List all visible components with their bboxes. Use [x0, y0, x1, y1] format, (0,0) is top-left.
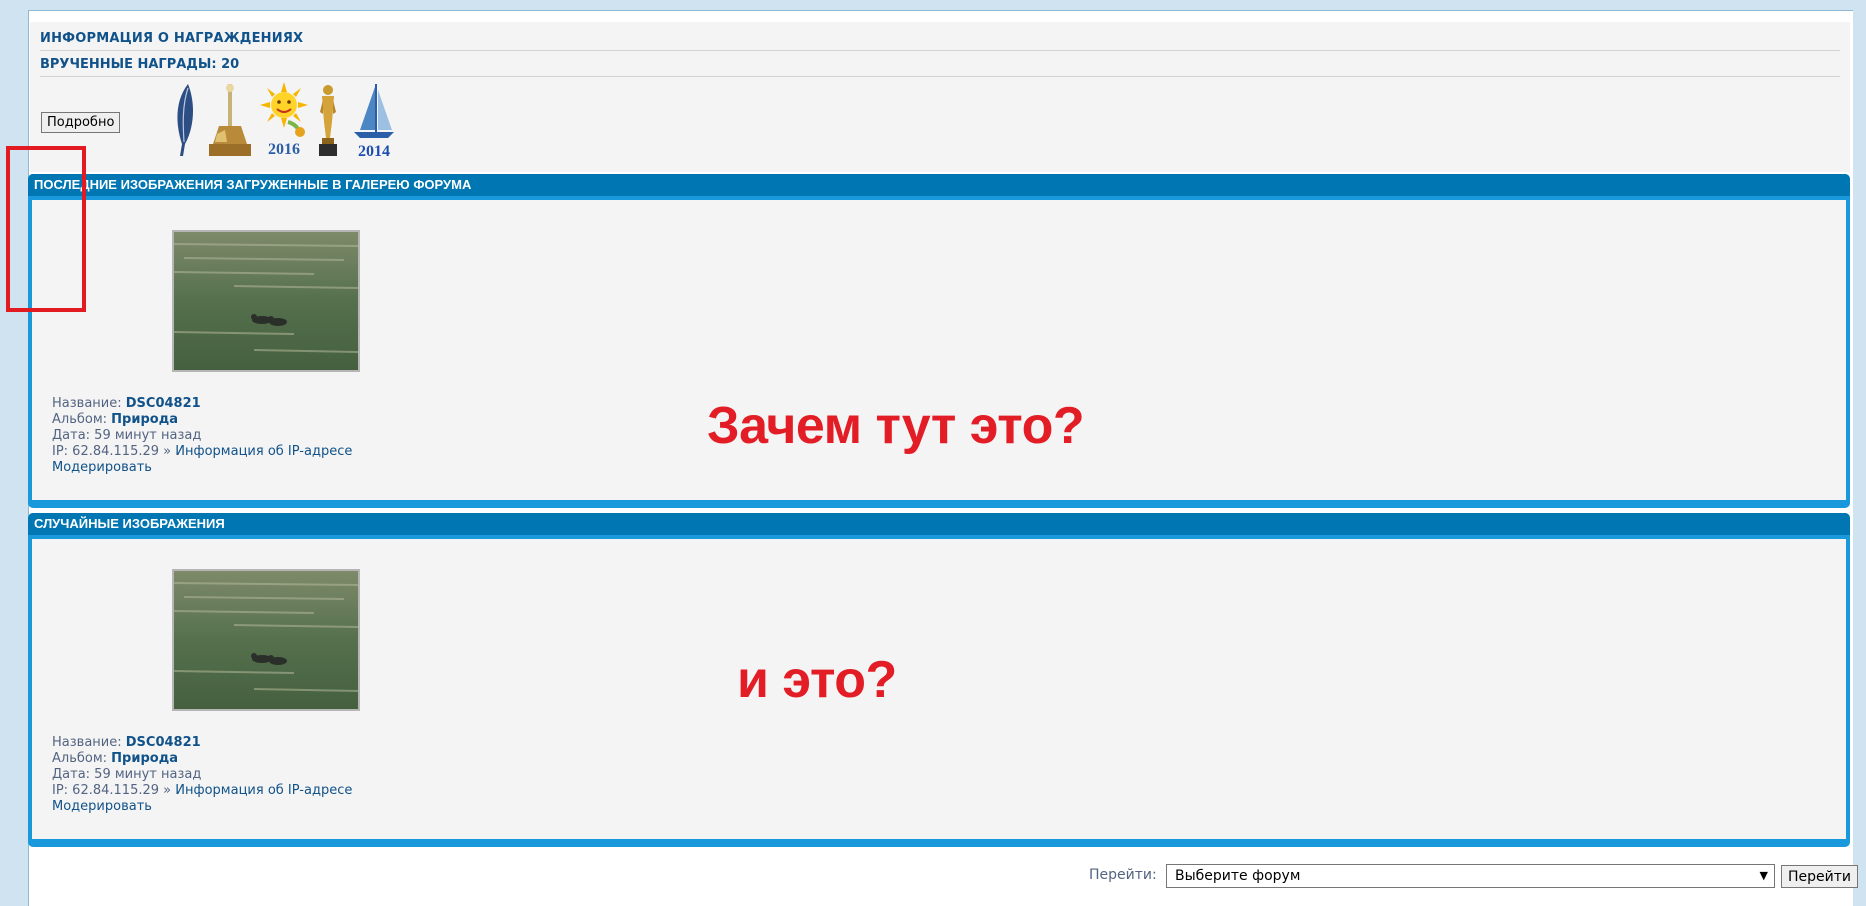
- recent-image-thumbnail[interactable]: [172, 230, 360, 372]
- sailboat-2014-award-icon[interactable]: 2014: [350, 82, 398, 160]
- awards-count: ВРУЧЕННЫЕ НАГРАДЫ: 20: [40, 57, 1840, 77]
- random-images-panel: СЛУЧАЙНЫЕ ИЗОБРАЖЕНИЯ Название: DSC04821…: [28, 513, 1850, 847]
- annotation-why: Зачем тут это?: [707, 397, 1085, 455]
- forum-select[interactable]: Выберите форум ▼: [1166, 864, 1775, 888]
- image-name-link[interactable]: DSC04821: [126, 735, 201, 750]
- lake-photo-image: [174, 232, 358, 370]
- monument-award-icon[interactable]: [207, 82, 253, 158]
- feather-award-icon[interactable]: [170, 82, 200, 158]
- image-name-link[interactable]: DSC04821: [126, 396, 201, 411]
- jump-label: Перейти:: [1089, 867, 1157, 883]
- sun-2016-award-icon[interactable]: 2016: [260, 82, 308, 158]
- moderate-link[interactable]: Модерировать: [52, 460, 352, 476]
- random-image-meta: Название: DSC04821 Альбом: Природа Дата:…: [52, 735, 352, 815]
- random-images-header: СЛУЧАЙНЫЕ ИЗОБРАЖЕНИЯ: [28, 513, 1850, 539]
- recent-images-panel: ПОСЛЕДНИЕ ИЗОБРАЖЕНИЯ ЗАГРУЖЕННЫЕ В ГАЛЕ…: [28, 174, 1850, 508]
- recent-image-meta: Название: DSC04821 Альбом: Природа Дата:…: [52, 396, 352, 476]
- award-year-2014: 2014: [358, 143, 390, 160]
- date-text: Дата: 59 минут назад: [52, 428, 202, 443]
- random-images-body: Название: DSC04821 Альбом: Природа Дата:…: [32, 539, 1846, 839]
- red-highlight-box: [6, 146, 86, 312]
- ip-text: IP: 62.84.115.29 »: [52, 444, 172, 459]
- recent-images-header: ПОСЛЕДНИЕ ИЗОБРАЖЕНИЯ ЗАГРУЖЕННЫЕ В ГАЛЕ…: [28, 174, 1850, 200]
- oscar-award-icon[interactable]: [314, 82, 342, 158]
- award-year-2016: 2016: [268, 141, 300, 158]
- ip-text: IP: 62.84.115.29 »: [52, 783, 172, 798]
- name-label: Название:: [52, 396, 122, 411]
- name-label: Название:: [52, 735, 122, 750]
- awards-title: ИНФОРМАЦИЯ О НАГРАЖДЕНИЯХ: [40, 31, 1840, 51]
- album-label: Альбом:: [52, 751, 108, 766]
- album-link[interactable]: Природа: [111, 751, 178, 766]
- details-button[interactable]: Подробно: [41, 112, 121, 133]
- lake-photo-image: [174, 571, 358, 709]
- forum-select-value: Выберите форум: [1175, 868, 1301, 884]
- date-text: Дата: 59 минут назад: [52, 767, 202, 782]
- random-image-thumbnail[interactable]: [172, 569, 360, 711]
- album-link[interactable]: Природа: [111, 412, 178, 427]
- jump-button[interactable]: Перейти: [1781, 865, 1858, 888]
- chevron-down-icon: ▼: [1759, 869, 1768, 882]
- annotation-and-this: и это?: [737, 651, 897, 709]
- moderate-link[interactable]: Модерировать: [52, 799, 352, 815]
- album-label: Альбом:: [52, 412, 108, 427]
- ip-info-link[interactable]: Информация об IP-адресе: [175, 783, 352, 798]
- ip-info-link[interactable]: Информация об IP-адресе: [175, 444, 352, 459]
